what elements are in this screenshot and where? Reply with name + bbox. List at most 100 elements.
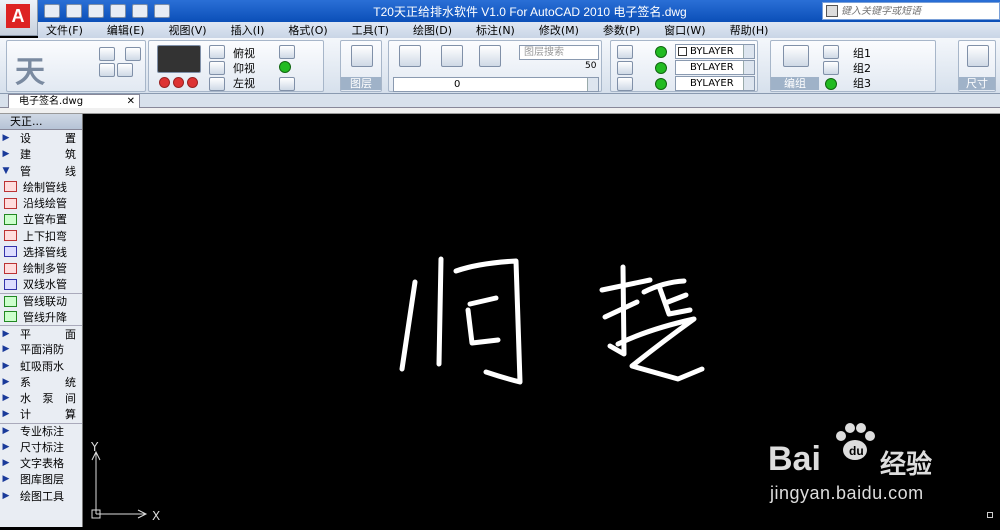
group-label[interactable]: 编组	[771, 77, 819, 90]
dimension-label[interactable]: 尺寸	[959, 77, 995, 90]
sidebar-item[interactable]: ▶ 虹吸雨水	[0, 358, 82, 374]
group-1[interactable]: 组1	[853, 45, 871, 61]
sidebar-item[interactable]: 上下扣弯	[0, 228, 82, 244]
menu-window[interactable]: 窗口(W)	[664, 22, 705, 38]
current-layer-dropdown[interactable]: 0	[393, 77, 599, 92]
add-icon[interactable]	[825, 78, 837, 90]
sidebar-item[interactable]: 绘制多管	[0, 260, 82, 276]
document-tab-label: 电子签名.dwg	[19, 96, 84, 107]
redo-icon[interactable]	[117, 63, 133, 77]
group-icon[interactable]	[783, 45, 809, 67]
redo-icon[interactable]	[132, 4, 148, 18]
stop-icon[interactable]	[173, 77, 184, 88]
sidebar-item[interactable]: 管线升降	[0, 309, 82, 325]
sidebar-item[interactable]: ▶ 尺寸标注	[0, 439, 82, 455]
menu-parameters[interactable]: 参数(P)	[603, 22, 640, 38]
layer-stack-icon[interactable]	[351, 45, 373, 67]
menu-draw[interactable]: 绘图(D)	[413, 22, 452, 38]
chevron-down-icon[interactable]	[587, 78, 598, 91]
zoom-icon[interactable]	[209, 45, 225, 59]
pan-hand-icon[interactable]	[209, 77, 225, 91]
sidebar-item[interactable]: ▶ 图库图层	[0, 471, 82, 487]
add-icon[interactable]	[655, 62, 667, 74]
chevron-down-icon[interactable]	[743, 45, 754, 58]
sidebar-item[interactable]: ▶ 系统	[0, 374, 82, 390]
current-layer-value: 0	[454, 79, 461, 90]
view-top[interactable]: 俯视	[233, 45, 255, 61]
add-icon[interactable]	[655, 46, 667, 58]
sidebar-item[interactable]: ▶ 建筑	[0, 146, 82, 162]
sidebar-item[interactable]: ▶ 水泵间	[0, 390, 82, 406]
save-icon[interactable]	[88, 4, 104, 18]
menu-dimension[interactable]: 标注(N)	[476, 22, 515, 38]
layer-search-input[interactable]: 图层搜索	[519, 45, 599, 60]
chevron-right-icon: ▶	[2, 344, 10, 355]
layers-label[interactable]: 图层	[341, 77, 381, 90]
sidebar-item[interactable]: 管线联动	[0, 292, 82, 309]
help-search-input[interactable]	[841, 5, 991, 17]
print-icon[interactable]	[154, 4, 170, 18]
bulb-icon[interactable]	[617, 45, 633, 59]
sun-icon[interactable]	[617, 61, 633, 75]
cut-icon[interactable]	[125, 47, 141, 61]
drawing-canvas[interactable]	[84, 114, 1000, 527]
menu-view[interactable]: 视图(V)	[168, 22, 206, 38]
menu-help[interactable]: 帮助(H)	[730, 22, 769, 38]
sidebar-item[interactable]: ▶ 文字表格	[0, 455, 82, 471]
undo-icon[interactable]	[110, 4, 126, 18]
menu-modify[interactable]: 修改(M)	[539, 22, 579, 38]
sidebar-item[interactable]: 沿线绘管	[0, 195, 82, 211]
view-left[interactable]: 左视	[233, 75, 255, 91]
chevron-down-icon[interactable]	[743, 61, 754, 74]
sidebar-item[interactable]: ▶ 绘图工具	[0, 488, 82, 504]
application-menu-button[interactable]: A	[0, 0, 38, 36]
open-file-icon[interactable]	[66, 4, 82, 18]
tangent-logo-icon[interactable]: 天	[15, 47, 55, 89]
linetype-dropdown[interactable]: BYLAYER	[675, 60, 755, 75]
lineweight-dropdown[interactable]: BYLAYER	[675, 76, 755, 91]
undo-icon[interactable]	[99, 63, 115, 77]
sidebar-item[interactable]: ▶ 设置	[0, 130, 82, 146]
layer-state-icon[interactable]	[399, 45, 421, 67]
sidebar-item[interactable]: ▶ 平面消防	[0, 341, 82, 357]
group-3[interactable]: 组3	[853, 75, 871, 91]
group-edit-icon[interactable]	[823, 61, 839, 75]
eye-icon[interactable]	[279, 45, 295, 59]
sidebar-item[interactable]: ▶ 计算	[0, 406, 82, 422]
orbit-icon[interactable]	[209, 61, 225, 75]
group-2[interactable]: 组2	[853, 60, 871, 76]
light-icon[interactable]	[99, 47, 115, 61]
stop-icon[interactable]	[159, 77, 170, 88]
sidebar-item[interactable]: 双线水管	[0, 276, 82, 292]
color-dropdown[interactable]: BYLAYER	[675, 44, 755, 59]
sidebar-item[interactable]: 绘制管线	[0, 179, 82, 195]
viewport-icon[interactable]	[157, 45, 201, 73]
stop-icon[interactable]	[187, 77, 198, 88]
sidebar-item-label: 双线水管	[23, 278, 67, 292]
sidebar-item[interactable]: ▼ 管线	[0, 163, 82, 179]
add-icon[interactable]	[655, 78, 667, 90]
new-file-icon[interactable]	[44, 4, 60, 18]
menu-edit[interactable]: 编辑(E)	[107, 22, 145, 38]
document-tab[interactable]: 电子签名.dwg ✕	[8, 94, 140, 108]
layer-match-icon[interactable]	[441, 45, 463, 67]
group-select-icon[interactable]	[823, 45, 839, 59]
menu-file[interactable]: 文件(F)	[46, 22, 83, 38]
sidebar-item[interactable]: 立管布置	[0, 211, 82, 227]
view-bottom[interactable]: 仰视	[233, 60, 255, 76]
chevron-down-icon[interactable]	[743, 77, 754, 90]
chevron-right-icon: ▶	[2, 376, 10, 387]
help-search-box[interactable]	[822, 2, 1000, 20]
sidebar-item[interactable]: ▶ 专业标注	[0, 422, 82, 439]
dimension-icon[interactable]	[967, 45, 989, 67]
menu-tools[interactable]: 工具(T)	[352, 22, 389, 38]
add-icon[interactable]	[279, 61, 291, 73]
menu-insert[interactable]: 插入(I)	[231, 22, 265, 38]
menu-format[interactable]: 格式(O)	[288, 22, 327, 38]
sidebar-item[interactable]: 选择管线	[0, 244, 82, 260]
eye-icon[interactable]	[279, 77, 295, 91]
close-icon[interactable]: ✕	[127, 95, 135, 108]
layer-prev-icon[interactable]	[479, 45, 501, 67]
sidebar-item[interactable]: ▶ 平面	[0, 325, 82, 341]
lock-icon[interactable]	[617, 77, 633, 91]
